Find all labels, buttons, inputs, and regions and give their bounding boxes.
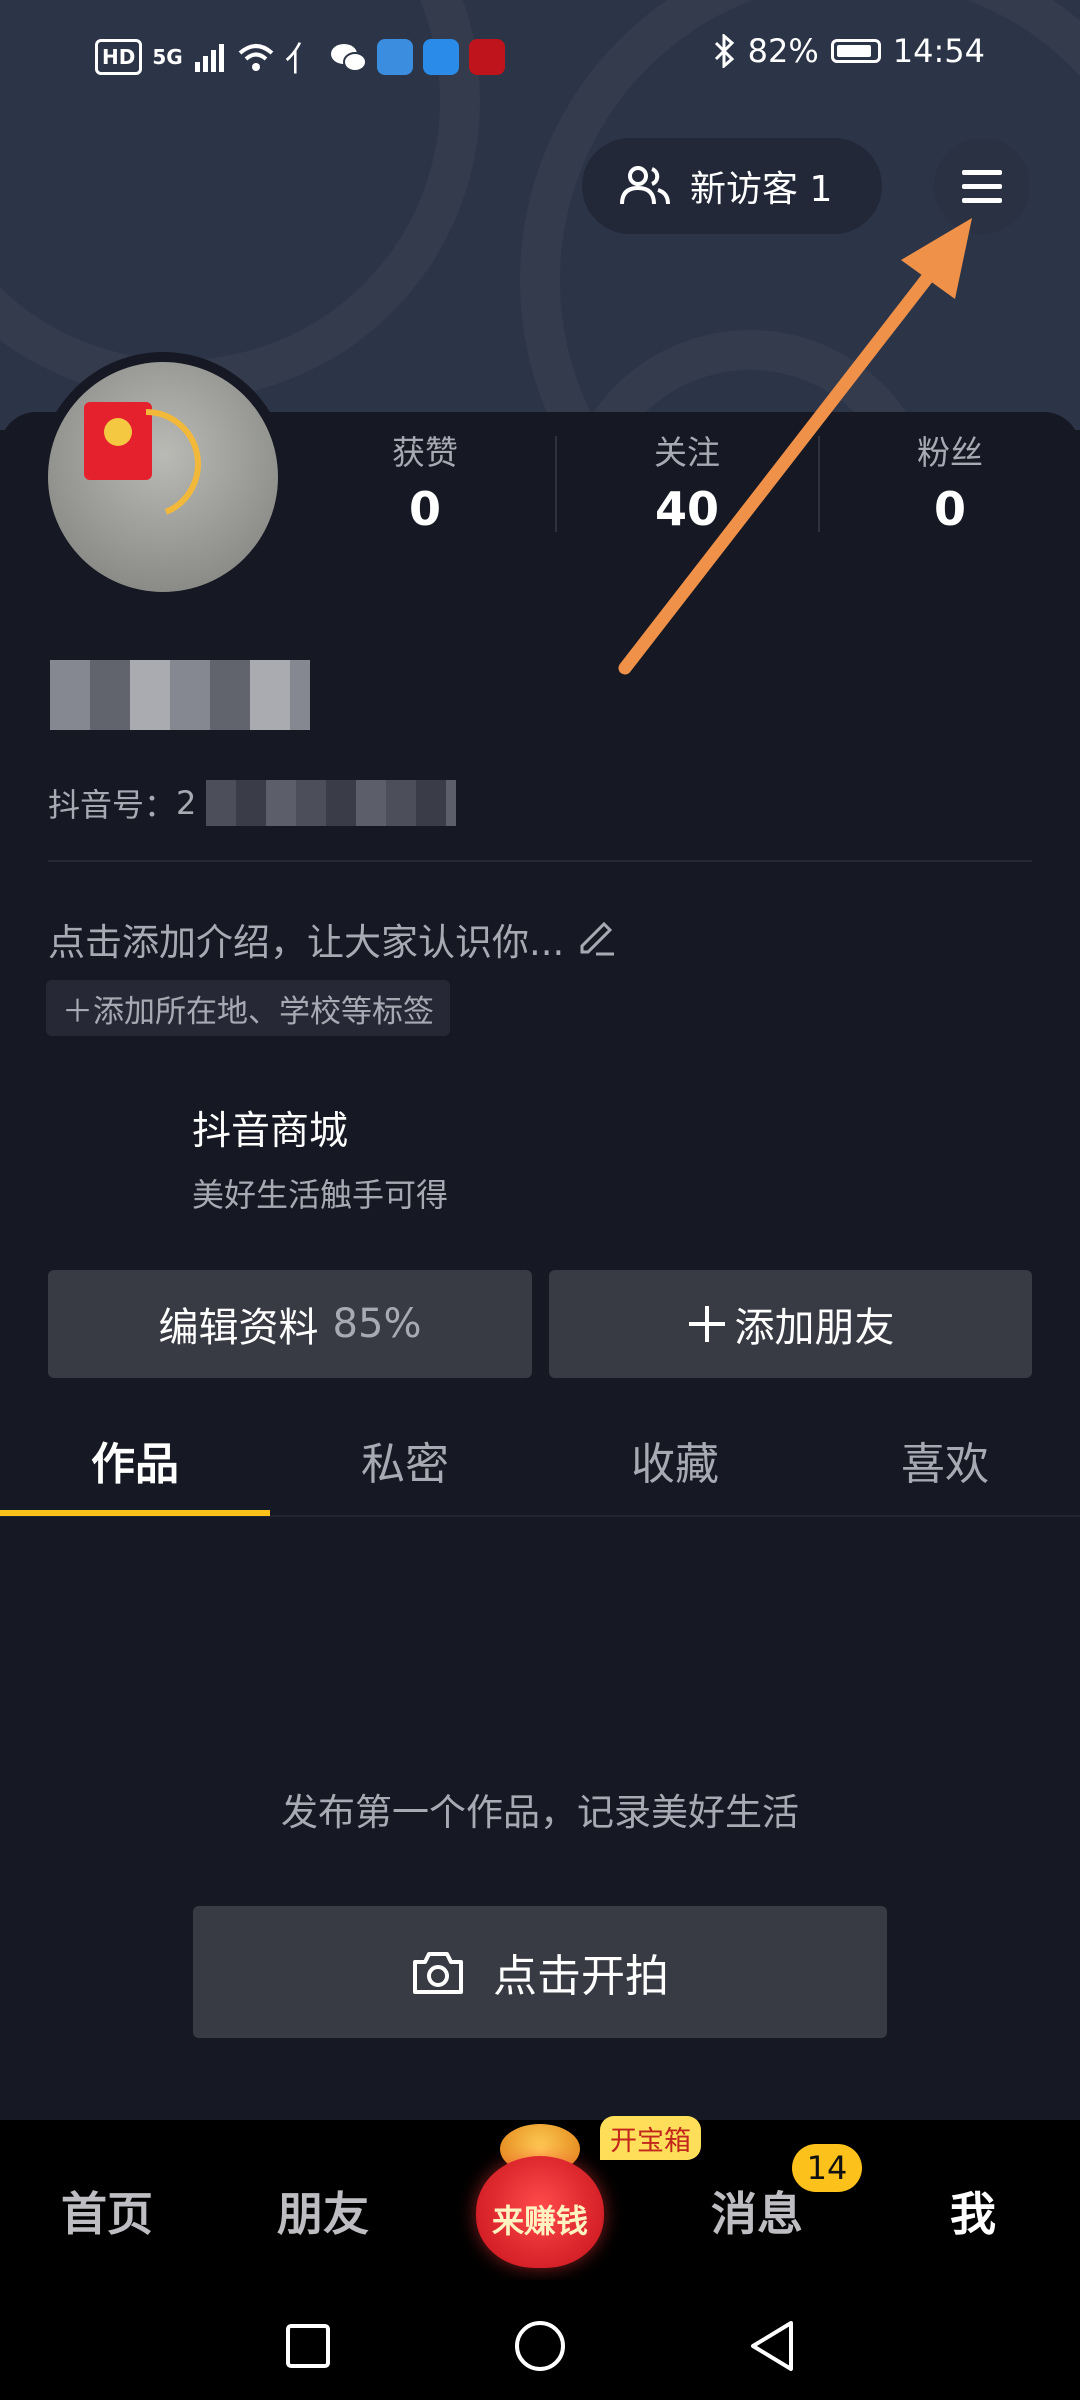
messages-count-badge: 14 — [792, 2144, 862, 2192]
back-button[interactable] — [742, 2316, 802, 2376]
avatar-image — [48, 362, 278, 592]
shop-title[interactable]: 抖音商城 — [192, 1100, 348, 1156]
battery-icon — [830, 39, 881, 63]
pencil-icon — [580, 921, 615, 956]
menu-button[interactable] — [934, 138, 1030, 234]
camera-icon — [413, 1952, 463, 1994]
douyin-id-label: 抖音号： — [48, 786, 177, 824]
edit-profile-label: 编辑资料 — [158, 1305, 319, 1351]
start-shooting-button[interactable]: 点击开拍 — [193, 1906, 887, 2038]
wechat-icon — [330, 43, 367, 72]
network-type: 5G — [152, 44, 183, 69]
douyin-id[interactable]: 抖音号： 2 — [48, 780, 457, 826]
likes-value: 0 — [408, 482, 441, 536]
following-stat[interactable]: 关注 40 — [612, 426, 762, 536]
status-left: HD 5G ⺅ — [95, 32, 505, 81]
shop-subtitle: 美好生活触手可得 — [192, 1176, 449, 1214]
douyin-id-redacted — [206, 780, 457, 826]
home-button[interactable] — [510, 2316, 570, 2376]
avatar[interactable] — [38, 352, 288, 602]
intro-text: 点击添加介绍，让大家认识你... — [48, 921, 565, 964]
nav-me[interactable]: 我 — [898, 2178, 1048, 2244]
signal-icon — [194, 43, 224, 72]
battery-percent: 82% — [747, 32, 819, 70]
tab-likes[interactable]: 喜欢 — [810, 1428, 1080, 1492]
followers-value: 0 — [933, 482, 966, 536]
new-visitors-button[interactable]: 新访客 1 — [582, 138, 882, 234]
followers-stat[interactable]: 粉丝 0 — [875, 426, 1025, 536]
add-friend-button[interactable]: 添加朋友 — [549, 1270, 1032, 1378]
nav-friends[interactable]: 朋友 — [248, 2178, 398, 2244]
empty-state-message: 发布第一个作品，记录美好生活 — [281, 1791, 799, 1834]
earn-money-button[interactable]: 来赚钱 — [470, 2124, 610, 2274]
stat-divider — [555, 436, 557, 532]
square-icon — [286, 2324, 330, 2368]
edit-profile-button[interactable]: 编辑资料 85% — [48, 1270, 532, 1378]
section-divider — [48, 860, 1032, 862]
status-right: 82% 14:54 — [712, 32, 985, 70]
cloud-app-icon — [422, 38, 459, 75]
wifi-icon — [238, 43, 274, 71]
stat-divider — [818, 436, 820, 532]
tab-favorites[interactable]: 收藏 — [540, 1428, 810, 1492]
visitors-icon — [620, 166, 670, 205]
start-shooting-label: 点击开拍 — [493, 1951, 669, 2002]
recents-button[interactable] — [278, 2316, 338, 2376]
hd-indicator: HD — [95, 38, 143, 75]
clock: 14:54 — [892, 32, 985, 70]
following-label: 关注 — [654, 433, 720, 472]
hamburger-icon — [962, 170, 1002, 203]
intro-placeholder[interactable]: 点击添加介绍，让大家认识你... — [48, 912, 618, 966]
tab-works[interactable]: 作品 — [0, 1428, 270, 1492]
treasure-box-badge[interactable]: 开宝箱 — [600, 2116, 701, 2160]
progress-ring — [145, 409, 201, 515]
browser-app-icon — [376, 38, 413, 75]
earn-money-label: 来赚钱 — [491, 2202, 588, 2240]
following-value: 40 — [654, 482, 719, 536]
study-app-icon — [468, 38, 505, 75]
add-tags-chip[interactable]: ＋添加所在地、学校等标签 — [46, 980, 450, 1036]
bluetooth-icon — [714, 34, 734, 68]
douyin-id-visible: 2 — [176, 784, 197, 822]
username-redacted — [50, 660, 310, 730]
nav-home[interactable]: 首页 — [32, 2178, 182, 2244]
active-tab-indicator — [0, 1510, 270, 1516]
tab-private[interactable]: 私密 — [270, 1428, 540, 1492]
plus-icon — [688, 1306, 725, 1342]
profile-completion: 85% — [332, 1301, 422, 1347]
add-friend-label: 添加朋友 — [734, 1305, 895, 1351]
triangle-back-icon — [751, 2321, 793, 2371]
status-bar: HD 5G ⺅ 82% 14:54 — [0, 0, 1080, 110]
likes-label: 获赞 — [392, 433, 458, 472]
likes-stat[interactable]: 获赞 0 — [350, 426, 500, 536]
circle-icon — [515, 2321, 565, 2371]
new-visitors-label: 新访客 1 — [690, 169, 833, 210]
hearing-icon: ⺅ — [284, 40, 319, 80]
followers-label: 粉丝 — [917, 433, 983, 472]
